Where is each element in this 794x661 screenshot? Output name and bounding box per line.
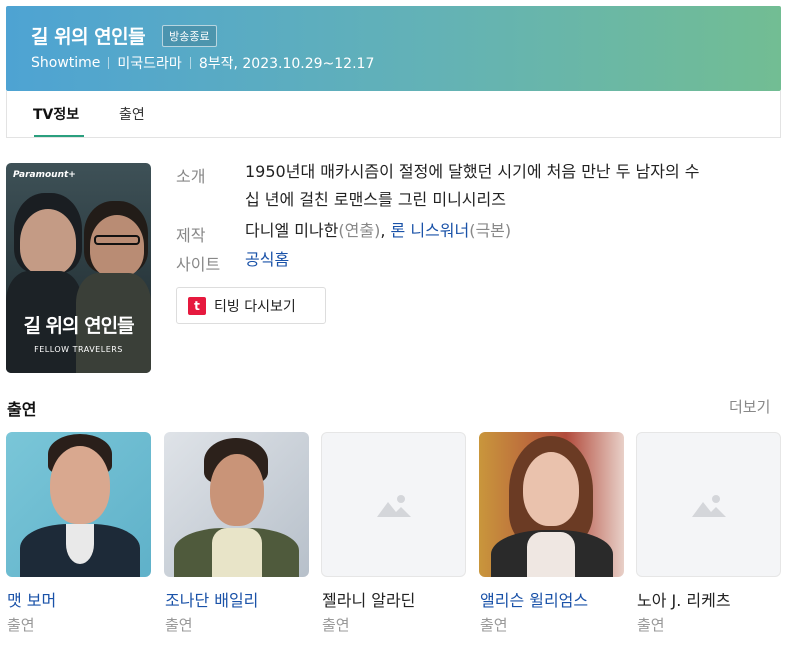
cast-role: 출연 <box>637 616 665 634</box>
intro-label: 소개 <box>176 167 206 186</box>
cast-role: 출연 <box>322 616 350 634</box>
image-placeholder-icon <box>376 494 411 517</box>
tving-logo-icon: t <box>188 296 206 315</box>
program-meta: Showtime 미국드라마 8부작, 2023.10.29~12.17 <box>31 53 374 73</box>
cast-photo[interactable] <box>479 432 624 577</box>
meta-divider <box>108 57 110 69</box>
title-row: 길 위의 연인들 방송종료 <box>31 22 217 49</box>
episodes-dates: 8부작, 2023.10.29~12.17 <box>198 56 375 72</box>
genre-label: 미국드라마 <box>117 56 182 72</box>
cast-card[interactable]: 조나단 배일리 출연 <box>164 432 309 634</box>
cast-section-title: 출연 <box>7 400 37 419</box>
production-value: 다니엘 미나한(연출), 론 니스워너(극본) <box>245 217 785 245</box>
cast-more-link[interactable]: 더보기 <box>729 396 770 417</box>
cast-photo-placeholder[interactable] <box>321 432 466 577</box>
writer-role: (극본) <box>469 221 512 240</box>
photo-face <box>50 446 110 524</box>
meta-divider <box>189 57 191 69</box>
cast-name[interactable]: 맷 보머 <box>7 587 56 611</box>
cast-photo-placeholder[interactable] <box>636 432 781 577</box>
poster-brand: Paramount+ <box>13 170 76 180</box>
intro-line-1: 1950년대 매카시즘이 절정에 달했던 시기에 처음 만난 두 남자의 수 <box>245 162 700 181</box>
status-badge: 방송종료 <box>162 24 217 47</box>
cast-name[interactable]: 앨리슨 윌리엄스 <box>480 587 588 611</box>
cast-card[interactable]: 앨리슨 윌리엄스 출연 <box>479 432 624 634</box>
poster-figure-right-face <box>90 215 144 277</box>
intro-text: 1950년대 매카시즘이 절정에 달했던 시기에 처음 만난 두 남자의 수 십… <box>245 158 785 214</box>
photo-face <box>523 452 579 526</box>
program-header: 길 위의 연인들 방송종료 Showtime 미국드라마 8부작, 2023.1… <box>6 6 781 91</box>
photo-top <box>527 532 575 577</box>
production-label: 제작 <box>176 226 206 245</box>
tving-button-label: 티빙 다시보기 <box>214 298 296 315</box>
cast-role: 출연 <box>165 616 193 634</box>
tab-tv-info[interactable]: TV정보 <box>33 104 79 124</box>
writer-link[interactable]: 론 니스워너 <box>391 221 470 240</box>
poster-subtitle: FELLOW TRAVELERS <box>34 345 123 354</box>
photo-sweater <box>212 528 262 577</box>
cast-name[interactable]: 젤라니 알라딘 <box>322 587 415 611</box>
cast-name[interactable]: 노아 J. 리케츠 <box>637 587 731 611</box>
site-label: 사이트 <box>176 255 221 274</box>
poster-figure-left-face <box>20 209 76 275</box>
tving-replay-button[interactable]: t 티빙 다시보기 <box>176 287 326 324</box>
poster-glasses <box>94 235 140 245</box>
official-site-link[interactable]: 공식홈 <box>245 250 289 269</box>
cast-card[interactable]: 노아 J. 리케츠 출연 <box>636 432 781 634</box>
cast-name[interactable]: 조나단 배일리 <box>165 587 258 611</box>
intro-line-2: 십 년에 걸친 로맨스를 그린 미니시리즈 <box>245 190 506 209</box>
poster-title: 길 위의 연인들 <box>23 315 134 337</box>
cast-card[interactable]: 젤라니 알라딘 출연 <box>321 432 466 634</box>
director-role: (연출) <box>338 221 381 240</box>
image-placeholder-icon <box>691 494 726 517</box>
cast-role: 출연 <box>7 616 35 634</box>
site-value: 공식홈 <box>245 246 785 274</box>
credit-separator: , <box>380 221 391 240</box>
tab-bar: TV정보 출연 <box>6 91 781 138</box>
cast-photo[interactable] <box>164 432 309 577</box>
program-poster[interactable]: Paramount+ 길 위의 연인들 FELLOW TRAVELERS <box>6 163 151 373</box>
cast-role: 출연 <box>480 616 508 634</box>
tab-cast[interactable]: 출연 <box>119 104 145 124</box>
cast-photo[interactable] <box>6 432 151 577</box>
program-title[interactable]: 길 위의 연인들 <box>31 22 146 49</box>
director-name[interactable]: 다니엘 미나한 <box>245 221 338 240</box>
photo-face <box>210 454 264 526</box>
network-label: Showtime <box>31 55 101 71</box>
cast-card[interactable]: 맷 보머 출연 <box>6 432 151 634</box>
photo-shirt <box>66 524 94 564</box>
active-tab-indicator <box>34 135 84 137</box>
